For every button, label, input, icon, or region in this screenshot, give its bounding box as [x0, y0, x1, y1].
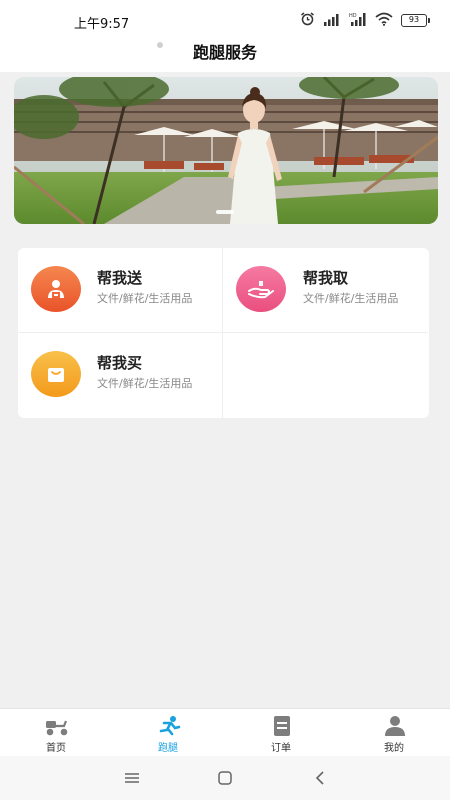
service-pickup[interactable]: 帮我取 文件/鲜花/生活用品 — [223, 248, 428, 333]
svg-text:HD: HD — [349, 13, 357, 19]
services-grid: 帮我送 文件/鲜花/生活用品 帮我取 文件/鲜花/生活用品 帮我买 文件/鲜花/… — [18, 248, 429, 418]
shopping-bag-icon — [31, 351, 81, 397]
dot-icon — [157, 42, 163, 48]
menu-icon[interactable] — [122, 768, 142, 788]
service-title: 帮我买 — [97, 354, 143, 372]
status-time: 上午9:57 — [74, 17, 130, 32]
service-title: 帮我送 — [97, 269, 143, 287]
signal-hd-icon: HD — [349, 11, 367, 30]
carousel-indicator — [216, 210, 234, 214]
home-button-icon[interactable] — [215, 768, 235, 788]
status-icons: HD 93 — [300, 11, 430, 30]
runner-icon — [156, 715, 182, 737]
scooter-icon — [44, 715, 70, 737]
tab-profile[interactable]: 我的 — [338, 709, 450, 757]
alarm-icon — [300, 11, 315, 30]
service-send[interactable]: 帮我送 文件/鲜花/生活用品 — [18, 248, 223, 333]
hand-pickup-icon — [236, 266, 286, 312]
tab-label: 跑腿 — [158, 743, 178, 754]
send-package-icon — [31, 266, 81, 312]
tab-errand[interactable]: 跑腿 — [112, 709, 224, 757]
page-title: 跑腿服务 — [192, 43, 257, 62]
system-nav-bar — [0, 756, 450, 800]
status-bar: 上午9:57 HD 93 — [0, 0, 450, 40]
tab-home[interactable]: 首页 — [0, 709, 112, 757]
service-subtitle: 文件/鲜花/生活用品 — [97, 377, 193, 390]
service-buy[interactable]: 帮我买 文件/鲜花/生活用品 — [18, 333, 223, 418]
order-list-icon — [269, 715, 295, 737]
header: 跑腿服务 — [0, 40, 450, 72]
back-icon[interactable] — [310, 768, 330, 788]
signal-icon — [323, 11, 341, 30]
tab-label: 我的 — [384, 743, 404, 754]
service-title: 帮我取 — [303, 269, 349, 287]
banner-carousel[interactable] — [14, 77, 438, 224]
tab-label: 订单 — [271, 743, 291, 754]
banner-photo — [14, 77, 438, 224]
battery-level: 93 — [401, 13, 427, 27]
wifi-icon — [375, 11, 393, 30]
bottom-tab-bar: 首页 跑腿 订单 我的 — [0, 708, 450, 756]
battery-icon: 93 — [401, 13, 430, 27]
tab-orders[interactable]: 订单 — [225, 709, 337, 757]
service-subtitle: 文件/鲜花/生活用品 — [97, 292, 193, 305]
tab-label: 首页 — [46, 743, 66, 754]
service-subtitle: 文件/鲜花/生活用品 — [303, 292, 399, 305]
profile-icon — [382, 715, 408, 737]
